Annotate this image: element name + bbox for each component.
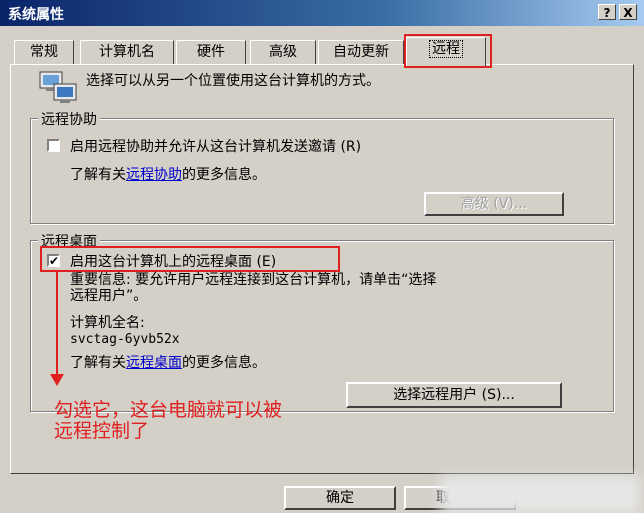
highlight-remote-tab bbox=[404, 34, 492, 68]
remote-assistance-checkbox[interactable] bbox=[47, 139, 60, 152]
title-bar: 系统属性 ? X bbox=[0, 0, 644, 26]
tab-computer-name[interactable]: 计算机名 bbox=[80, 40, 174, 64]
select-remote-users-button[interactable]: 选择远程用户 (S)... bbox=[346, 382, 562, 408]
remote-assistance-label: 远程协助 bbox=[38, 109, 100, 129]
help-button[interactable]: ? bbox=[598, 4, 616, 20]
tab-advanced[interactable]: 高级 bbox=[250, 40, 316, 64]
intro-text: 选择可以从另一个位置使用这台计算机的方式。 bbox=[86, 73, 380, 89]
tab-auto-update[interactable]: 自动更新 bbox=[318, 40, 404, 64]
remote-assistance-more-info: 了解有关远程协助的更多信息。 bbox=[70, 164, 266, 184]
more-info-prefix: 了解有关 bbox=[70, 355, 126, 371]
watermark-blur bbox=[440, 476, 640, 513]
advanced-button[interactable]: 高级 (V)... bbox=[424, 192, 564, 216]
ok-button[interactable]: 确定 bbox=[284, 486, 396, 510]
remote-desktop-more-info: 了解有关远程桌面的更多信息。 bbox=[70, 352, 266, 372]
annotation-line2: 远程控制了 bbox=[54, 420, 150, 442]
more-info-suffix: 的更多信息。 bbox=[182, 355, 266, 371]
remote-assistance-checkbox-label[interactable]: 启用远程协助并允许从这台计算机发送邀请 (R) bbox=[70, 136, 361, 156]
important-info-line2: 远程用户”。 bbox=[70, 288, 148, 304]
red-arrow-icon bbox=[50, 270, 64, 386]
important-info: 重要信息: 要允许用户远程连接到这台计算机，请单击“选择 远程用户”。 bbox=[70, 272, 436, 304]
highlight-remote-desktop-checkbox bbox=[40, 246, 340, 272]
fullname-label: 计算机全名: bbox=[70, 315, 145, 331]
annotation-text: 勾选它，这台电脑就可以被 远程控制了 bbox=[54, 400, 282, 442]
remote-assistance-link[interactable]: 远程协助 bbox=[126, 167, 182, 183]
important-info-line1: 重要信息: 要允许用户远程连接到这台计算机，请单击“选择 bbox=[70, 272, 437, 288]
tab-hardware[interactable]: 硬件 bbox=[176, 40, 246, 64]
annotation-line1: 勾选它，这台电脑就可以被 bbox=[54, 399, 283, 421]
more-info-suffix: 的更多信息。 bbox=[182, 167, 266, 183]
window-title: 系统属性 bbox=[8, 7, 64, 23]
close-button[interactable]: X bbox=[619, 4, 637, 20]
remote-desktop-link[interactable]: 远程桌面 bbox=[126, 355, 182, 371]
computer-network-icon bbox=[34, 70, 82, 106]
tab-general[interactable]: 常规 bbox=[14, 40, 74, 64]
fullname-value: svctag-6yvb52x bbox=[70, 332, 180, 347]
more-info-prefix: 了解有关 bbox=[70, 167, 126, 183]
